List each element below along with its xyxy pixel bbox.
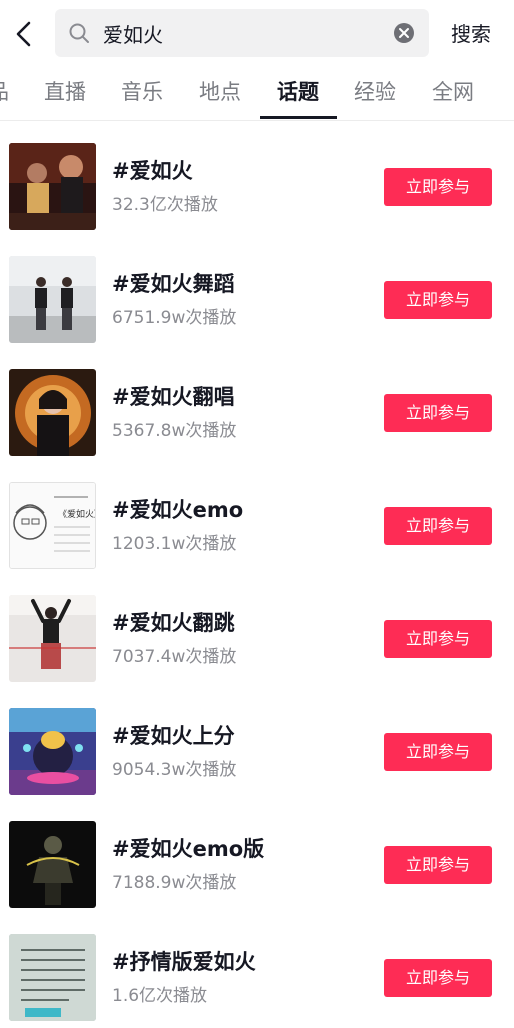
topic-row[interactable]: #抒情版爱如火 1.6亿次播放 立即参与	[0, 912, 514, 1025]
chevron-left-icon	[16, 21, 31, 47]
topic-title: #爱如火	[112, 159, 193, 183]
topic-row[interactable]: #爱如火 32.3亿次播放 立即参与	[0, 121, 514, 234]
topic-play-count: 1203.1w次播放	[112, 534, 237, 554]
join-button[interactable]: 立即参与	[384, 733, 492, 771]
topic-play-count: 9054.3w次播放	[112, 760, 237, 780]
search-button[interactable]: 搜索	[444, 14, 498, 54]
topic-title: #抒情版爱如火	[112, 950, 256, 974]
topic-title: #爱如火翻跳	[112, 611, 235, 635]
topic-thumbnail	[9, 595, 96, 682]
clear-icon[interactable]	[393, 22, 415, 44]
tab-web[interactable]: 全网	[432, 74, 474, 110]
join-button[interactable]: 立即参与	[384, 620, 492, 658]
join-button[interactable]: 立即参与	[384, 846, 492, 884]
search-input[interactable]	[103, 9, 383, 57]
topic-thumbnail	[9, 143, 96, 230]
topic-thumbnail: 《爱如火》	[9, 482, 96, 569]
topic-row[interactable]: #爱如火emo版 7188.9w次播放 立即参与	[0, 799, 514, 912]
topic-row[interactable]: #爱如火舞蹈 6751.9w次播放 立即参与	[0, 234, 514, 347]
topic-row[interactable]: #爱如火翻唱 5367.8w次播放 立即参与	[0, 347, 514, 460]
topic-play-count: 5367.8w次播放	[112, 421, 237, 441]
topic-title: #爱如火舞蹈	[112, 272, 235, 296]
join-button[interactable]: 立即参与	[384, 168, 492, 206]
active-tab-indicator	[260, 116, 337, 119]
join-button[interactable]: 立即参与	[384, 507, 492, 545]
topic-title: #爱如火emo版	[112, 837, 265, 861]
topic-play-count: 6751.9w次播放	[112, 308, 237, 328]
topic-row[interactable]: #爱如火翻跳 7037.4w次播放 立即参与	[0, 573, 514, 686]
topic-title: #爱如火翻唱	[112, 385, 235, 409]
topic-row[interactable]: 《爱如火》 #爱如火emo 1203.1w次播放 立即参与	[0, 460, 514, 573]
back-button[interactable]	[6, 14, 42, 54]
topic-title: #爱如火上分	[112, 724, 235, 748]
topic-thumbnail	[9, 256, 96, 343]
topic-thumbnail	[9, 708, 96, 795]
search-box[interactable]	[55, 9, 429, 57]
topic-title: #爱如火emo	[112, 498, 244, 522]
topic-row[interactable]: #爱如火上分 9054.3w次播放 立即参与	[0, 686, 514, 799]
search-icon	[69, 23, 89, 43]
topic-play-count: 7188.9w次播放	[112, 873, 237, 893]
topic-play-count: 32.3亿次播放	[112, 195, 218, 215]
thumbnail-caption: 《爱如火》	[58, 508, 95, 520]
join-button[interactable]: 立即参与	[384, 959, 492, 997]
topic-play-count: 7037.4w次播放	[112, 647, 237, 667]
category-tabs: 品 直播 音乐 地点 话题 经验 全网	[0, 66, 514, 121]
topic-thumbnail	[9, 934, 96, 1021]
topic-thumbnail	[9, 369, 96, 456]
tab-experience[interactable]: 经验	[354, 74, 396, 110]
tab-live[interactable]: 直播	[44, 74, 86, 110]
topic-thumbnail	[9, 821, 96, 908]
search-header: 搜索	[0, 0, 514, 66]
join-button[interactable]: 立即参与	[384, 394, 492, 432]
tab-topics[interactable]: 话题	[277, 74, 319, 110]
tab-works[interactable]: 品	[0, 74, 9, 110]
tab-music[interactable]: 音乐	[121, 74, 163, 110]
topic-play-count: 1.6亿次播放	[112, 986, 208, 1006]
join-button[interactable]: 立即参与	[384, 281, 492, 319]
tab-places[interactable]: 地点	[199, 74, 241, 110]
